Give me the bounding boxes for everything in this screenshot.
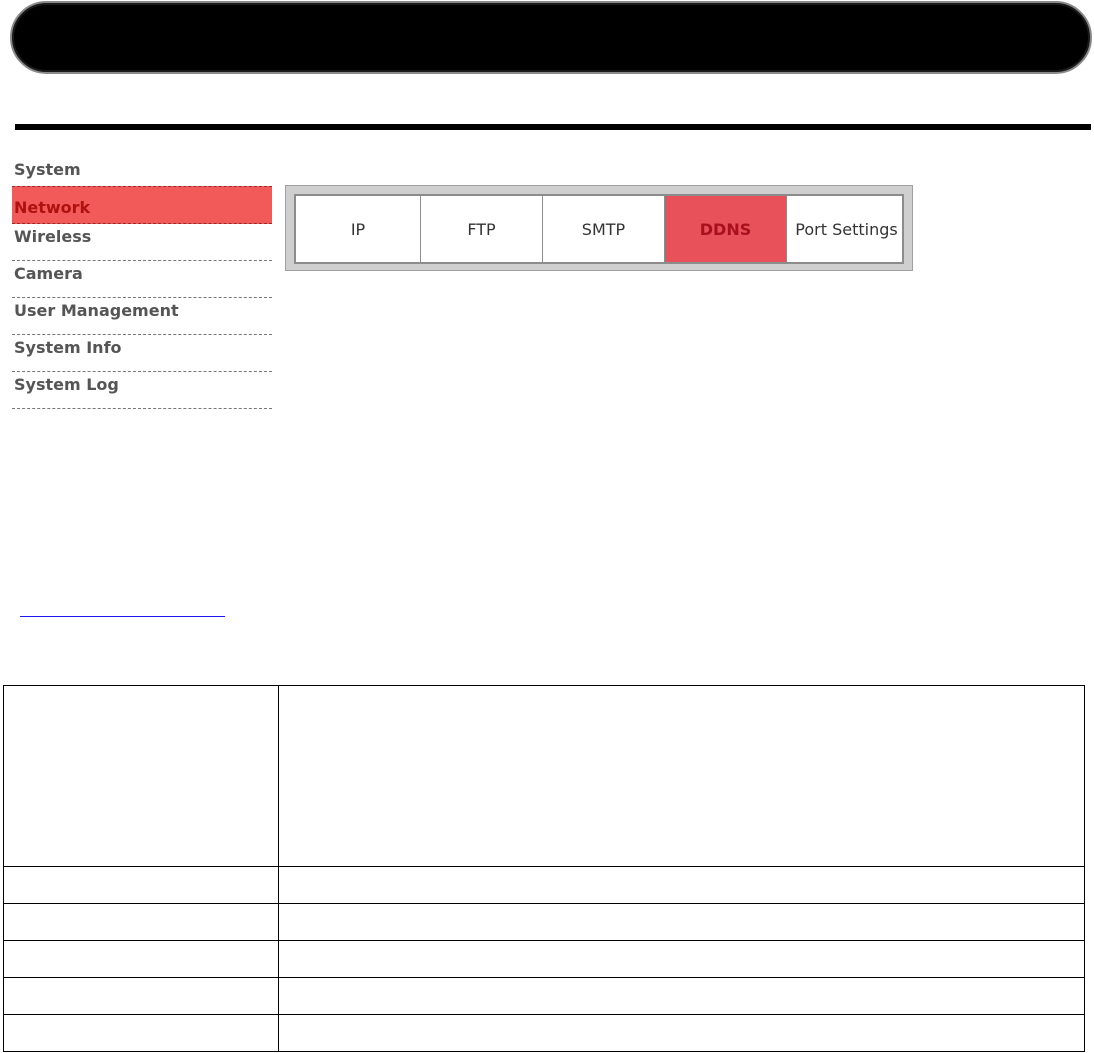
sidebar-item-system[interactable]: System bbox=[12, 156, 272, 186]
table-row bbox=[3, 903, 1085, 941]
network-tab-bar: IP FTP SMTP DDNS Port Settings bbox=[285, 185, 913, 271]
sidebar-item-wireless[interactable]: Wireless bbox=[12, 224, 272, 261]
table-cell-label bbox=[3, 1014, 279, 1052]
table-cell-label bbox=[3, 866, 279, 904]
heading-rule bbox=[15, 124, 1091, 130]
hyperlink[interactable] bbox=[20, 602, 225, 617]
sidebar-menu: System Network Wireless Camera User Mana… bbox=[12, 156, 272, 409]
table-cell-label bbox=[3, 977, 279, 1015]
tab-ftp[interactable]: FTP bbox=[421, 196, 543, 262]
sidebar-item-system-log[interactable]: System Log bbox=[12, 372, 272, 409]
table-cell-label bbox=[3, 940, 279, 978]
sidebar-item-system-info[interactable]: System Info bbox=[12, 335, 272, 372]
tab-port-settings[interactable]: Port Settings bbox=[787, 196, 906, 262]
tab-ip[interactable]: IP bbox=[296, 196, 421, 262]
table-cell-value bbox=[278, 940, 1085, 978]
tab-ddns[interactable]: DDNS bbox=[665, 196, 787, 262]
table-row bbox=[3, 685, 1085, 867]
tab-smtp[interactable]: SMTP bbox=[543, 196, 665, 262]
settings-table bbox=[3, 685, 1085, 1052]
sidebar-item-network[interactable]: Network bbox=[12, 186, 272, 224]
table-cell-label bbox=[3, 903, 279, 941]
table-cell-value bbox=[278, 1014, 1085, 1052]
table-row bbox=[3, 1014, 1085, 1052]
table-row bbox=[3, 866, 1085, 904]
sidebar-item-user-management[interactable]: User Management bbox=[12, 298, 272, 335]
table-row bbox=[3, 940, 1085, 978]
tab-strip: IP FTP SMTP DDNS Port Settings bbox=[294, 194, 904, 264]
table-cell-value bbox=[278, 685, 1085, 867]
table-cell-value bbox=[278, 866, 1085, 904]
table-cell-value bbox=[278, 903, 1085, 941]
sidebar-item-camera[interactable]: Camera bbox=[12, 261, 272, 298]
table-cell-value bbox=[278, 977, 1085, 1015]
top-banner bbox=[10, 1, 1092, 74]
table-cell-label bbox=[3, 685, 279, 867]
table-row bbox=[3, 977, 1085, 1015]
